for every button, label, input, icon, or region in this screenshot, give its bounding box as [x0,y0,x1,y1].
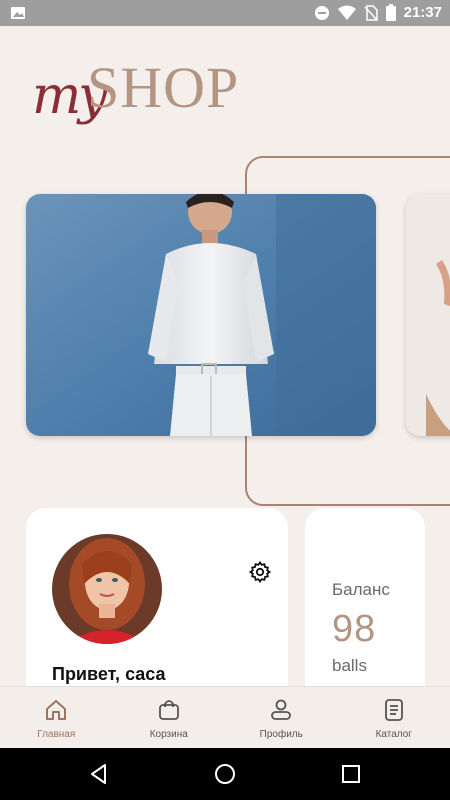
recents-icon[interactable] [338,761,364,787]
balance-unit: balls [332,656,367,675]
avatar[interactable] [52,534,162,644]
carousel-banner-main[interactable] [26,194,376,436]
shopping-bag-icon [158,700,179,720]
home-circle-icon[interactable] [212,761,238,787]
nav-label-cart: Корзина [149,729,188,740]
balance-label: Баланс [332,580,390,599]
nav-item-home[interactable]: Главная [0,687,113,748]
greeting-text: Привет, саса [52,664,166,684]
nav-item-catalog[interactable]: Каталог [338,687,450,748]
carousel-banner-next[interactable] [406,194,450,436]
wifi-icon [337,5,356,21]
bottom-navigation: Главная Корзина Профиль Каталог [0,686,450,748]
status-bar: 21:37 [0,0,450,26]
nav-label-profile: Профиль [259,729,303,740]
clock: 21:37 [403,4,442,21]
nav-label-home: Главная [37,729,76,740]
image-icon [10,5,26,21]
battery-icon [385,4,396,21]
do-not-disturb-icon [314,5,330,21]
back-icon[interactable] [86,761,112,787]
nav-item-cart[interactable]: Корзина [113,687,226,748]
no-sim-icon [364,4,378,21]
app-logo: my SHOP [32,48,272,126]
settings-gear-icon[interactable] [248,560,272,584]
logo-shop: SHOP [87,55,240,120]
nav-label-catalog: Каталог [375,729,412,740]
app-screen: my SHOP Привет, саса Баланс 98 balls Гла… [0,26,450,748]
nav-item-profile[interactable]: Профиль [225,687,338,748]
system-navigation-bar [0,748,450,800]
balance-value: 98 [332,608,377,650]
person-icon [271,699,292,720]
fashion-photo-partial [406,194,450,436]
home-icon [46,700,67,720]
catalog-icon [384,699,403,721]
fashion-photo [26,194,376,436]
